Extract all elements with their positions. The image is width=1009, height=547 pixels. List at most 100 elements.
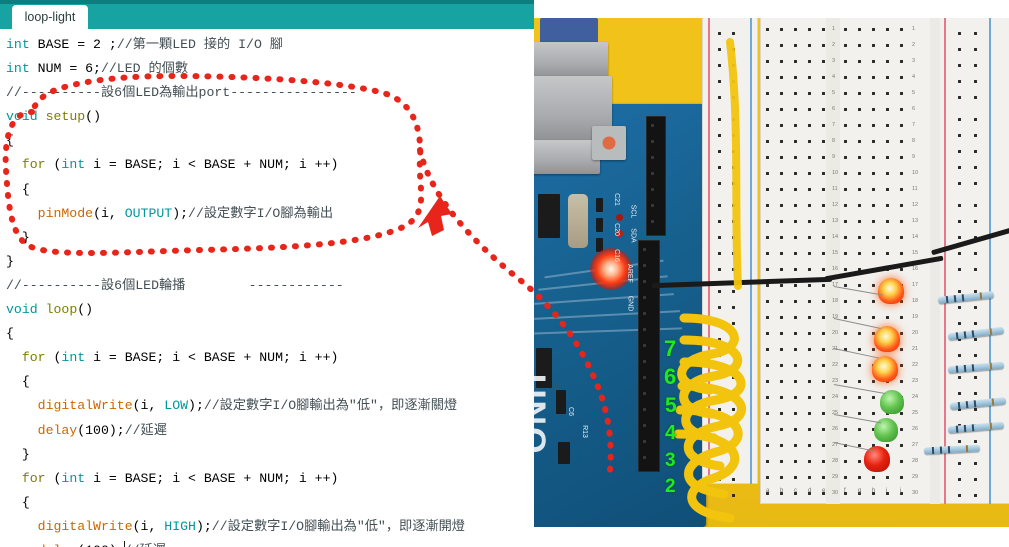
code-token: OUTPUT — [124, 205, 173, 221]
code-token: for — [21, 350, 46, 366]
code-token: { — [6, 133, 14, 149]
code-token: setup — [45, 109, 86, 125]
code-line: //----------設6個LED為輸出port---------------… — [6, 81, 534, 105]
code-token: delay — [37, 422, 78, 438]
code-line: delay(100);//延遲 — [6, 419, 534, 443]
code-token: for — [21, 157, 46, 173]
code-token: //設定數字I/O腳為輸出 — [188, 205, 334, 221]
tab-loop-light[interactable]: loop-light — [12, 5, 88, 29]
code-token: digitalWrite — [37, 518, 133, 534]
code-line: digitalWrite(i, LOW);//設定數字I/O腳輸出為"低"，即逐… — [6, 394, 534, 418]
code-token: //延遲 — [124, 543, 166, 547]
code-line: { — [6, 491, 534, 515]
code-line: pinMode(i, OUTPUT);//設定數字I/O腳為輸出 — [6, 202, 534, 226]
code-token: { — [6, 181, 30, 197]
screenshot-root: loop-light int BASE = 2 ;//第一顆LED 接的 I/O… — [0, 0, 1009, 547]
code-token: ( — [45, 350, 62, 366]
code-line: digitalWrite(i, HIGH);//設定數字I/O腳輸出為"低"，即… — [6, 515, 534, 539]
code-token: //設定數字I/O腳輸出為"低"，即逐漸關燈 — [203, 398, 458, 414]
code-token: for — [21, 470, 46, 486]
code-token: (i, — [93, 205, 125, 221]
code-token: loop — [45, 302, 78, 318]
code-token: int — [61, 470, 86, 486]
code-line: } — [6, 250, 534, 274]
code-token: NUM = 6; — [29, 61, 101, 77]
code-line: int NUM = 6;//LED 的個數 — [6, 57, 534, 81]
code-line: } — [6, 226, 534, 250]
tab-label: loop-light — [24, 10, 76, 24]
code-editor-pane: loop-light int BASE = 2 ;//第一顆LED 接的 I/O… — [0, 0, 534, 547]
code-token: void — [6, 302, 38, 318]
code-line: for (int i = BASE; i < BASE + NUM; i ++) — [6, 346, 534, 370]
code-token: i = BASE; i < BASE + NUM; i ++) — [85, 350, 339, 366]
code-token: int — [6, 61, 30, 77]
code-line: { — [6, 322, 534, 346]
pin-number-4: 4 — [665, 422, 677, 444]
pin-number-7: 7 — [664, 336, 677, 361]
code-line: void loop() — [6, 298, 534, 322]
code-token: digitalWrite — [37, 398, 133, 414]
code-token: //延遲 — [124, 422, 167, 438]
code-line: int BASE = 2 ;//第一顆LED 接的 I/O 腳 — [6, 33, 534, 57]
code-token: (100); — [77, 543, 124, 547]
code-token: int — [61, 350, 86, 366]
code-token: ); — [188, 398, 204, 414]
code-line: { — [6, 129, 534, 153]
code-token: { — [6, 374, 30, 390]
code-token: //----------設6個LED為輸出port---------------… — [6, 85, 357, 101]
code-token: ( — [45, 157, 62, 173]
code-token: () — [85, 109, 101, 125]
code-token: (i, — [132, 398, 165, 414]
pin-number-2: 2 — [665, 476, 676, 497]
code-token: //----------設6個LED輪播 ------------ — [6, 277, 344, 293]
code-line: //----------設6個LED輪播 ------------ — [6, 274, 534, 298]
editor-tab-bar: loop-light — [0, 0, 534, 29]
code-token: ( — [45, 470, 62, 486]
code-line: { — [6, 370, 534, 394]
code-token: i = BASE; i < BASE + NUM; i ++) — [85, 470, 339, 486]
code-token: //第一顆LED 接的 I/O 腳 — [116, 37, 283, 52]
pin-number-6: 6 — [664, 364, 677, 389]
code-token: (i, — [132, 518, 165, 534]
pin-number-3: 3 — [665, 450, 676, 471]
code-token: int — [6, 37, 30, 52]
code-token: int — [61, 157, 86, 173]
code-text-area[interactable]: int BASE = 2 ;//第一顆LED 接的 I/O 腳 int NUM =… — [0, 29, 534, 547]
code-line: { — [6, 178, 534, 202]
tab-bar-top-strip — [0, 0, 534, 4]
code-token: () — [77, 302, 94, 318]
code-token: (100); — [77, 422, 125, 438]
code-token: //LED 的個數 — [100, 61, 189, 77]
code-token: void — [6, 109, 38, 125]
code-line: for (int i = BASE; i < BASE + NUM; i ++) — [6, 153, 534, 177]
code-token: //設定數字I/O腳輸出為"低"，即逐漸開燈 — [211, 518, 465, 534]
code-token: BASE = 2 ; — [29, 37, 117, 52]
code-line: for (int i = BASE; i < BASE + NUM; i ++) — [6, 467, 534, 491]
code-token: } — [6, 446, 30, 462]
code-line: } — [6, 443, 534, 467]
code-line: void setup() — [6, 105, 534, 129]
code-token: delay — [38, 543, 78, 547]
hardware-photo: C21 C20 C16 AREF GND SCL SDA C6 R13 UNO … — [534, 18, 1009, 527]
code-token: HIGH — [164, 518, 196, 534]
code-token: pinMode — [37, 205, 94, 221]
code-token: } — [6, 229, 30, 245]
code-line: delay(100);//延遲 — [6, 539, 534, 547]
code-token: } — [6, 253, 14, 269]
code-token: ); — [195, 518, 212, 534]
yellow-jumper-wires — [673, 38, 747, 523]
code-token: { — [6, 326, 14, 342]
code-token: LOW — [164, 398, 189, 414]
code-token: ); — [172, 205, 189, 221]
pin-number-5: 5 — [665, 394, 677, 417]
